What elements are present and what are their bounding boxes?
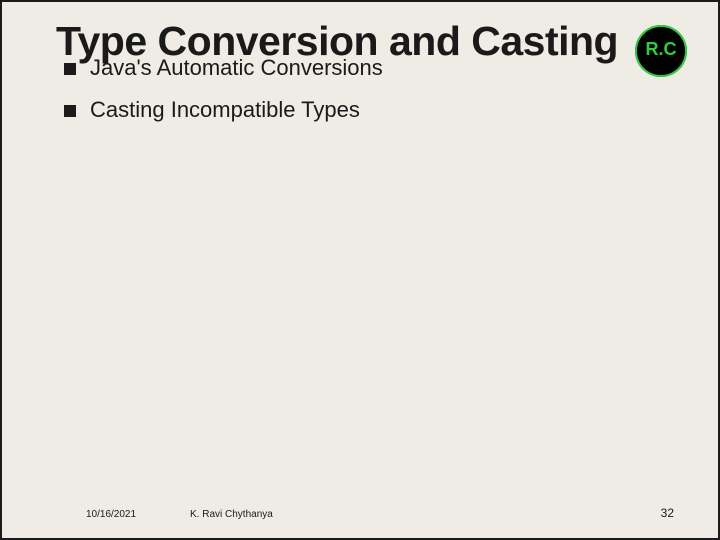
footer-author: K. Ravi Chythanya: [190, 509, 273, 520]
brand-logo: R.C: [634, 24, 688, 78]
svg-text:R.C: R.C: [646, 39, 677, 59]
slide: R.C Type Conversion and Casting Java's A…: [2, 2, 718, 538]
logo-icon: R.C: [634, 24, 688, 78]
bullet-icon: [64, 63, 76, 75]
list-item: Casting Incompatible Types: [64, 97, 678, 123]
footer-page-number: 32: [661, 506, 674, 520]
footer-date: 10/16/2021: [86, 509, 136, 520]
bullet-text: Java's Automatic Conversions: [90, 55, 383, 81]
bullet-list: Java's Automatic Conversions Casting Inc…: [64, 55, 678, 124]
bullet-text: Casting Incompatible Types: [90, 97, 360, 123]
bullet-icon: [64, 105, 76, 117]
